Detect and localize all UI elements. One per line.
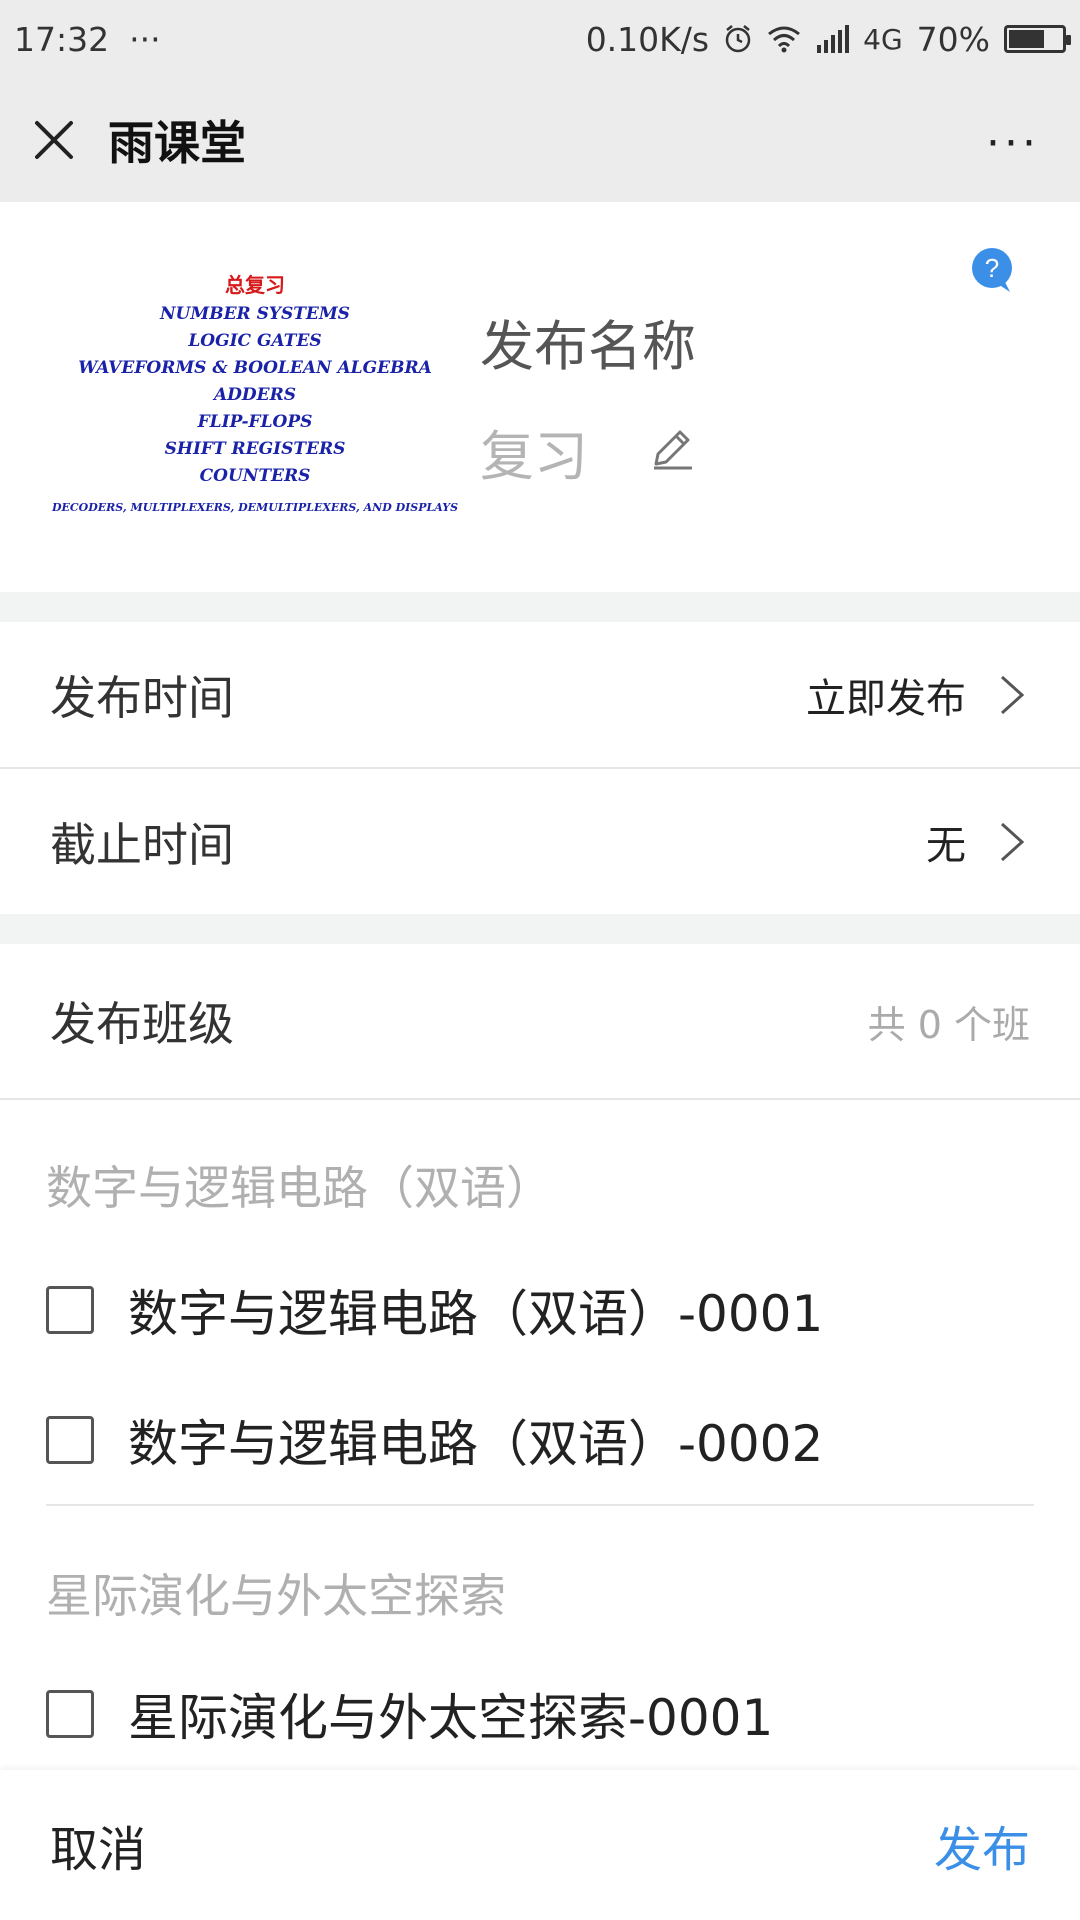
divider bbox=[46, 1504, 1034, 1506]
notification-dots: ··· bbox=[129, 19, 161, 59]
class-name: 数字与逻辑电路（双语）-0002 bbox=[128, 1415, 824, 1473]
publish-header: 总复习 NUMBER SYSTEMS LOGIC GATES WAVEFORMS… bbox=[0, 202, 1080, 592]
cover-thumbnail: 总复习 NUMBER SYSTEMS LOGIC GATES WAVEFORMS… bbox=[52, 272, 458, 522]
class-group-title: 数字与逻辑电路（双语） bbox=[46, 1161, 552, 1215]
cancel-button[interactable]: 取消 bbox=[50, 1810, 146, 1880]
status-bar: 17:32 ··· 0.10K/s 4G 70% bbox=[0, 0, 1080, 78]
class-name: 数字与逻辑电路（双语）-0001 bbox=[128, 1285, 824, 1343]
status-time: 17:32 bbox=[14, 19, 110, 59]
signal-icon bbox=[817, 25, 850, 53]
class-option[interactable]: 数字与逻辑电路（双语）-0001 bbox=[46, 1274, 823, 1346]
cover-line: NUMBER SYSTEMS bbox=[160, 304, 350, 324]
class-checkbox[interactable] bbox=[46, 1416, 94, 1464]
close-button[interactable] bbox=[0, 78, 108, 202]
cover-line: FLIP-FLOPS bbox=[197, 412, 313, 432]
publish-classes-label: 发布班级 bbox=[50, 997, 234, 1051]
publish-time-row[interactable]: 发布时间 立即发布 bbox=[0, 622, 1080, 768]
class-checkbox[interactable] bbox=[46, 1286, 94, 1334]
cover-title: 总复习 bbox=[225, 273, 285, 297]
publish-time-label: 发布时间 bbox=[50, 671, 234, 725]
cover-line: DECODERS, MULTIPLEXERS, DEMULTIPLEXERS, … bbox=[51, 501, 459, 514]
footer-bar: 取消 发布 bbox=[0, 1770, 1080, 1920]
publish-name-label: 发布名称 bbox=[480, 315, 696, 378]
more-menu-button[interactable]: ··· bbox=[986, 118, 1040, 169]
pencil-icon[interactable] bbox=[648, 424, 696, 472]
class-option[interactable]: 星际演化与外太空探索-0001 bbox=[46, 1678, 773, 1750]
alarm-icon bbox=[725, 25, 751, 53]
cover-line: LOGIC GATES bbox=[188, 331, 322, 351]
section-gap bbox=[0, 592, 1080, 622]
class-checkbox[interactable] bbox=[46, 1690, 94, 1738]
chevron-right-icon bbox=[1000, 675, 1025, 715]
battery-percent: 70% bbox=[916, 19, 990, 59]
divider bbox=[0, 1098, 1080, 1100]
network-speed: 0.10K/s bbox=[585, 19, 710, 59]
cover-line: COUNTERS bbox=[199, 466, 311, 486]
app-title: 雨课堂 bbox=[108, 116, 246, 170]
app-bar: 雨课堂 ··· bbox=[0, 78, 1080, 202]
publish-name-value[interactable]: 复习 bbox=[480, 412, 588, 491]
cover-line: ADDERS bbox=[213, 385, 297, 405]
network-type: 4G bbox=[863, 22, 903, 56]
class-option[interactable]: 数字与逻辑电路（双语）-0002 bbox=[46, 1404, 823, 1476]
publish-classes-header: 发布班级 共 0 个班 bbox=[0, 944, 1080, 1098]
class-name: 星际演化与外太空探索-0001 bbox=[128, 1689, 774, 1747]
deadline-value: 无 bbox=[926, 823, 966, 869]
deadline-row[interactable]: 截止时间 无 bbox=[0, 769, 1080, 915]
cover-line: WAVEFORMS & BOOLEAN ALGEBRA bbox=[78, 358, 432, 378]
wifi-icon bbox=[768, 26, 801, 53]
publish-button[interactable]: 发布 bbox=[934, 1810, 1030, 1880]
publish-time-value: 立即发布 bbox=[806, 676, 966, 722]
deadline-label: 截止时间 bbox=[50, 818, 234, 872]
close-icon bbox=[35, 121, 73, 159]
battery-icon bbox=[1004, 25, 1071, 53]
class-group-title: 星际演化与外太空探索 bbox=[46, 1569, 506, 1623]
svg-text:?: ? bbox=[985, 253, 999, 283]
section-gap bbox=[0, 914, 1080, 944]
class-count: 共 0 个班 bbox=[867, 1002, 1030, 1047]
cover-line: SHIFT REGISTERS bbox=[164, 439, 346, 459]
chevron-right-icon bbox=[1000, 822, 1025, 862]
help-icon[interactable]: ? bbox=[968, 246, 1016, 294]
